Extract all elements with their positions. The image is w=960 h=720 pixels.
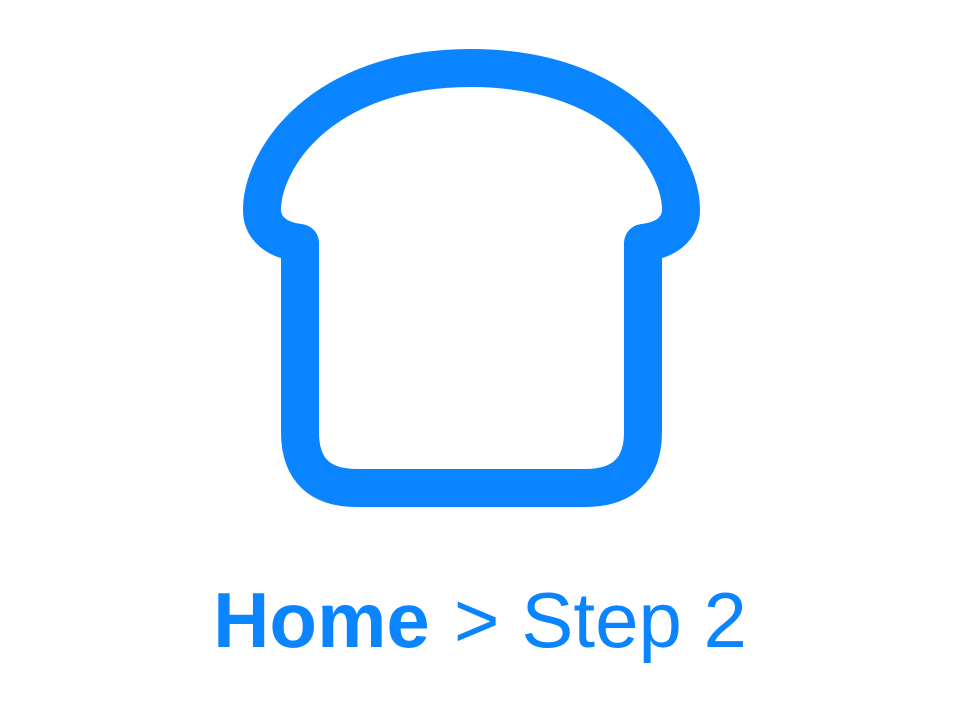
breadcrumb: Home > Step 2 [0,570,960,670]
bread-slice-outline [243,49,700,507]
breadcrumb-home-link[interactable]: Home [213,581,430,659]
page: Home > Step 2 [0,0,960,720]
breadcrumb-current-step: Step 2 [521,576,747,664]
bread-slice-icon [243,49,700,507]
breadcrumb-separator: > [453,576,500,664]
